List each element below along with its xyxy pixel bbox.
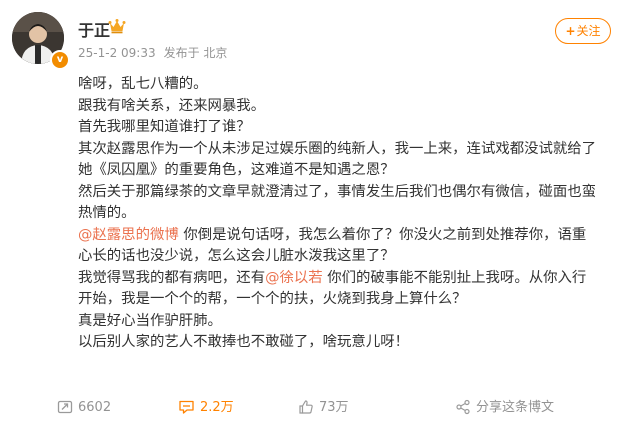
post-text: 其次赵露思作为一个从未涉足过娱乐圈的纯新人，我一上来，连试戏都没试就给了 [78,140,597,157]
post-text: 你倒是说句话呀，我怎么着你了？你没火之前到处推荐你，语重 [178,226,587,243]
post-text-line: 她《凤囚凰》的重要角色，这难道不是知遇之恩？ [78,160,618,182]
comment-button[interactable]: 2.2万 [178,396,234,420]
plus-icon: + [565,24,576,38]
comment-icon [179,400,194,414]
post-source: 发布于 北京 [163,46,228,60]
post-text: 跟我有啥关系，还来网暴我。 [78,97,266,114]
follow-button[interactable]: +关注 [555,18,611,44]
post-text: 我觉得骂我的都有病吧，还有 [78,269,266,286]
post-text-line: 然后关于那篇绿茶的文章早就澄清过了，事情发生后我们也偶尔有微信，碰面也蛮 [78,182,618,204]
post-text-line: 热情的。 [78,203,618,225]
post-text: 以后别人家的艺人不敢捧也不敢碰了，啥玩意儿呀！ [78,334,409,350]
post-timestamp[interactable]: 25-1-2 09:33 [78,46,156,60]
share-icon [456,399,470,414]
post-text: 开始，我是一个个的帮，一个个的扶，火烧到我身上算什么？ [78,291,467,307]
post-text: 心长的话也没少说，怎么这会儿脏水泼我这里了？ [78,248,395,264]
post-text-line: 心长的话也没少说，怎么这会儿脏水泼我这里了？ [78,246,618,268]
post-content: 啥呀，乱七八糟的。跟我有啥关系，还来网暴我。 首先我哪里知道谁打了谁？ 其次赵露思作… [78,74,618,354]
post-text: 首先我哪里知道谁打了谁？ [78,119,251,135]
like-icon [299,399,313,414]
repost-icon [57,400,73,413]
repost-count: 6602 [78,400,112,415]
post-text-line: 首先我哪里知道谁打了谁？ [78,117,618,139]
post-text: 然后关于那篇绿茶的文章早就澄清过了，事情发生后我们也偶尔有微信，碰面也蛮 [78,183,597,200]
crown-icon [108,19,126,34]
follow-label: 关注 [576,24,601,38]
mention-link[interactable]: @徐以若 [265,270,323,286]
share-button[interactable]: 分享这条博文 [455,396,554,420]
post-text-line: @赵露思的微博 你倒是说句话呀，我怎么着你了？你没火之前到处推荐你，语重 [78,225,618,247]
like-button[interactable]: 73万 [298,396,349,420]
weibo-post-card: v 于正 25-1-2 09:33 发布于 北京 +关注 啥呀，乱七八糟的。跟我有… [0,0,634,435]
share-label: 分享这条博文 [476,400,555,415]
repost-button[interactable]: 6602 [57,396,111,420]
post-text: 啥呀，乱七八糟的。 [78,76,208,92]
mention-link[interactable]: @赵露思的微博 [78,227,179,243]
post-text-line: 以后别人家的艺人不敢捧也不敢碰了，啥玩意儿呀！ [78,332,618,354]
post-text-line: 其次赵露思作为一个从未涉足过娱乐圈的纯新人，我一上来，连试戏都没试就给了 [78,139,618,161]
post-meta: 25-1-2 09:33 发布于 北京 [78,44,227,61]
post-text: 真是好心当作驴肝肺。 [78,312,222,329]
author-name[interactable]: 于正 [78,17,110,41]
comment-count: 2.2万 [200,400,234,415]
post-text-line: 我觉得骂我的都有病吧，还有@徐以若 你们的破事能不能别扯上我呀。从你入行 [78,268,618,290]
post-text-line: 真是好心当作驴肝肺。 [78,311,618,333]
post-text-line: 跟我有啥关系，还来网暴我。 [78,96,618,118]
post-text-line: 啥呀，乱七八糟的。 [78,74,618,96]
post-text-line: 开始，我是一个个的帮，一个个的扶，火烧到我身上算什么？ [78,289,618,311]
like-count: 73万 [319,400,349,415]
post-text: 她《凤囚凰》的重要角色，这难道不是知遇之恩？ [78,162,395,178]
post-text: 热情的。 [78,205,136,221]
post-actions: 6602 2.2万 73万 分享这条博文 [0,394,634,422]
verified-badge: v [50,50,70,70]
post-text: 你们的破事能不能别扯上我呀。从你入行 [322,269,587,286]
